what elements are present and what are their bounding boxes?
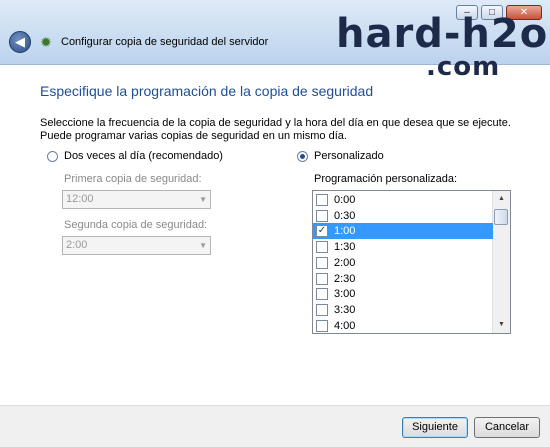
time-label: 0:30 (334, 209, 356, 222)
scroll-down-icon[interactable]: ▼ (493, 317, 510, 333)
window-title: Configurar copia de seguridad del servid… (61, 36, 269, 48)
list-item[interactable]: 4:00 (313, 318, 493, 333)
list-item[interactable]: 2:30 (313, 271, 493, 287)
time-label: 0:00 (334, 194, 356, 206)
time-label: 2:30 (334, 272, 356, 285)
second-backup-label: Segunda copia de seguridad: (64, 219, 208, 231)
chevron-down-icon: ▼ (199, 241, 207, 250)
watermark-logo: hard-h2o .com (336, 14, 548, 80)
time-label: 3:30 (334, 303, 356, 316)
list-item[interactable]: 0:30 (313, 208, 493, 224)
time-label: 1:30 (334, 241, 356, 254)
time-checkbox[interactable] (316, 194, 328, 206)
list-item[interactable]: 1:30 (313, 239, 493, 255)
radio-custom[interactable] (297, 151, 308, 162)
back-arrow-icon[interactable]: ◀ (9, 31, 31, 53)
time-checkbox[interactable]: ✓ (316, 225, 328, 238)
scroll-thumb[interactable] (494, 209, 508, 225)
second-backup-select[interactable]: 2:00 ▼ (62, 236, 211, 255)
first-backup-select[interactable]: 12:00 ▼ (62, 190, 211, 209)
time-checkbox[interactable] (316, 256, 328, 269)
radio-twice-daily-label[interactable]: Dos veces al día (recomendado) (64, 150, 223, 162)
radio-custom-label[interactable]: Personalizado (314, 150, 384, 162)
list-item[interactable]: 0:00 (313, 192, 493, 208)
scroll-up-icon[interactable]: ▲ (493, 191, 510, 207)
time-checkbox[interactable] (316, 288, 328, 301)
cancel-button[interactable]: Cancelar (474, 417, 540, 438)
list-item[interactable]: 3:30 (313, 302, 493, 318)
footer-bar: Siguiente Cancelar (0, 405, 550, 447)
time-label: 3:00 (334, 288, 356, 301)
page-heading: Especifique la programación de la copia … (40, 83, 374, 99)
list-item[interactable]: 3:00 (313, 286, 493, 302)
time-checkbox[interactable] (316, 303, 328, 316)
server-backup-icon: ✹ (40, 34, 52, 50)
next-button[interactable]: Siguiente (402, 417, 468, 438)
custom-schedule-label: Programación personalizada: (314, 173, 458, 185)
watermark-line2: .com (426, 52, 501, 82)
first-backup-value: 12:00 (66, 193, 94, 205)
custom-schedule-list[interactable]: ▲ ▼ 0:00 0:30 ✓ 1:00 1:30 2:00 2:30 3:00 3:30 4:0… (312, 190, 511, 334)
radio-twice-daily[interactable] (47, 151, 58, 162)
time-checkbox[interactable] (316, 272, 328, 285)
time-checkbox[interactable] (316, 319, 328, 332)
second-backup-value: 2:00 (66, 239, 88, 251)
first-backup-label: Primera copia de seguridad: (64, 173, 202, 185)
chevron-down-icon: ▼ (199, 195, 207, 204)
time-checkbox[interactable] (316, 241, 328, 254)
watermark-line1: hard-h2o (336, 11, 549, 57)
description-line-1: Seleccione la frecuencia de la copia de … (40, 117, 511, 129)
list-item[interactable]: ✓ 1:00 (313, 223, 493, 240)
scrollbar[interactable]: ▲ ▼ (492, 191, 510, 333)
time-label: 1:00 (334, 225, 356, 238)
page-description: Seleccione la frecuencia de la copia de … (40, 117, 520, 143)
description-line-2: Puede programar varias copias de segurid… (40, 130, 347, 142)
time-label: 2:00 (334, 256, 356, 269)
time-label: 4:00 (334, 319, 356, 332)
time-checkbox[interactable] (316, 209, 328, 222)
list-item[interactable]: 2:00 (313, 255, 493, 271)
